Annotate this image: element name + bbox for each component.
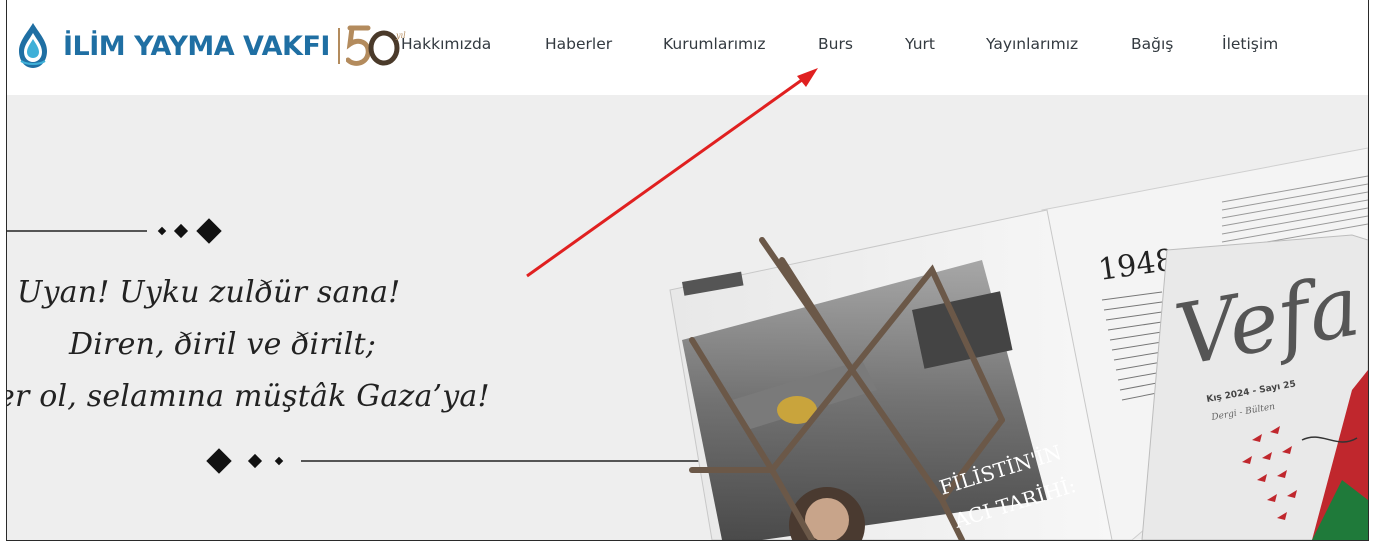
logo-text: İLİM YAYMA VAKFI (63, 30, 330, 62)
nav-item-burs[interactable]: Burs (818, 35, 853, 53)
logo-drop-icon (19, 23, 47, 68)
poem-line-1: Uyan! Uyku zulðür sana! (17, 275, 401, 310)
nav-item-yurt[interactable]: Yurt (905, 35, 935, 53)
magazine-image: 1948 FİLİSTİN'İN ACI TARİHİ: Vefa Kış 20… (669, 147, 1368, 540)
logo-divider (337, 28, 340, 64)
nav-item-kurumlarimiz[interactable]: Kurumlarımız (663, 35, 766, 53)
bottom-ornament-divider (206, 448, 727, 474)
site-logo[interactable]: İLİM YAYMA VAKFI yıl (13, 18, 408, 74)
poem-line-3: er ol, selamına müştâk Gaza’ya! (7, 379, 490, 414)
poem-line-2: Diren, ðiril ve ðirilt; (69, 327, 377, 362)
nav-item-bagis[interactable]: Bağış (1131, 35, 1173, 53)
anniversary-50-logo: yıl (345, 25, 406, 66)
nav-item-iletisim[interactable]: İletişim (1222, 35, 1278, 53)
nav-item-hakkimizda[interactable]: Hakkımızda (401, 35, 491, 53)
hero-poem: Uyan! Uyku zulðür sana! Diren, ðiril ve … (7, 95, 727, 540)
page-frame: İLİM YAYMA VAKFI yıl Hakkımızda Haberler… (6, 0, 1369, 541)
site-header: İLİM YAYMA VAKFI yıl Hakkımızda Haberler… (7, 0, 1368, 95)
top-ornament-divider (7, 218, 222, 244)
hero-banner[interactable]: Uyan! Uyku zulðür sana! Diren, ðiril ve … (7, 95, 1368, 540)
nav-item-haberler[interactable]: Haberler (545, 35, 612, 53)
nav-item-yayinlarimiz[interactable]: Yayınlarımız (986, 35, 1078, 53)
